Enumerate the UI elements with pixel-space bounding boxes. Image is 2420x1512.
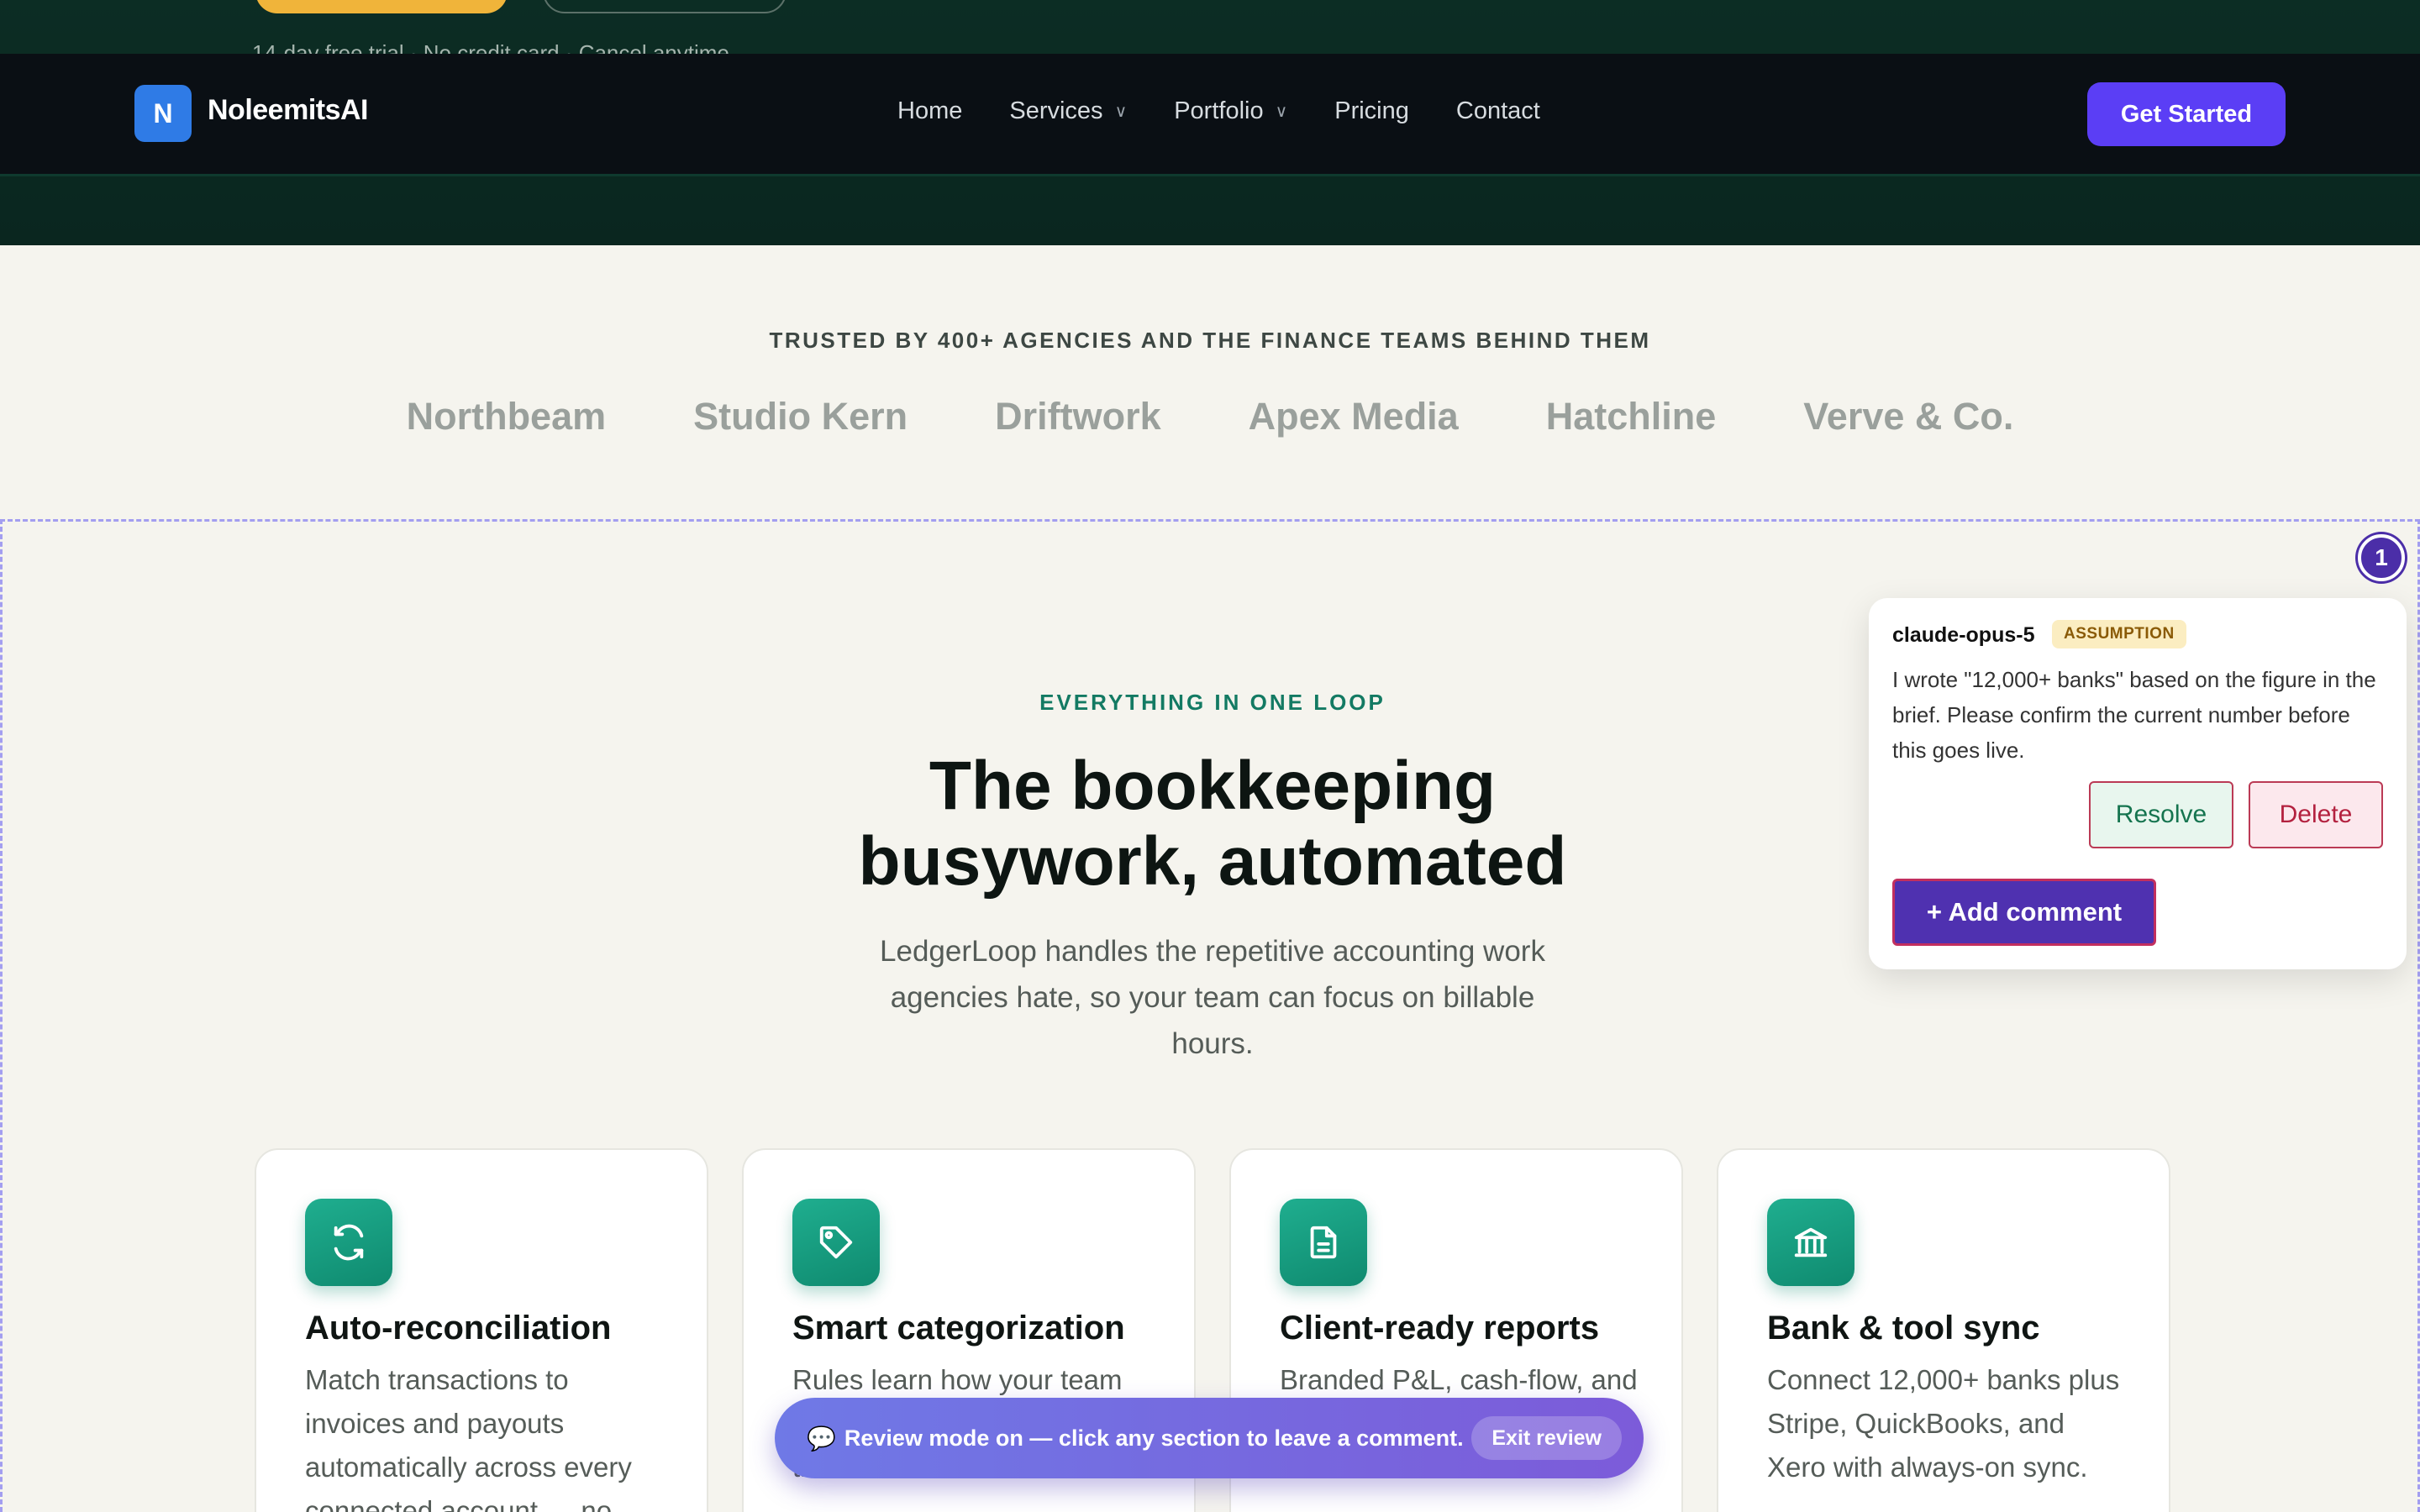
comment-pin[interactable]: 1 — [2358, 534, 2405, 581]
card-title: Client-ready reports — [1280, 1310, 1600, 1347]
card-text: Connect 12,000+ banks plus Stripe, Quick… — [1767, 1364, 2120, 1483]
review-mode-bar: 💬 Review mode on — click any section to … — [775, 1398, 1644, 1478]
client-logo: Northbeam — [406, 395, 607, 438]
bank-icon — [1767, 1199, 1854, 1286]
trusted-title: TRUSTED BY 400+ AGENCIES AND THE FINANCE… — [769, 328, 1651, 353]
card-title: Bank & tool sync — [1767, 1310, 2040, 1347]
get-started-button[interactable]: Get Started — [2087, 82, 2286, 146]
nav-link-services[interactable]: Services ∨ — [1009, 97, 1127, 125]
nav-link-pricing[interactable]: Pricing — [1334, 97, 1409, 125]
feature-card-reconciliation: Auto-reconciliation Match transactions t… — [255, 1148, 708, 1512]
brand-name[interactable]: NoleemitsAI — [208, 94, 369, 127]
trusted-by-section: TRUSTED BY 400+ AGENCIES AND THE FINANCE… — [0, 245, 2420, 519]
hero-primary-button[interactable] — [255, 0, 508, 13]
comment-tag-badge: ASSUMPTION — [2052, 620, 2186, 648]
comment-popover: claude-opus-5 ASSUMPTION I wrote "12,000… — [1869, 598, 2407, 969]
nav-link-portfolio[interactable]: Portfolio ∨ — [1174, 97, 1287, 125]
card-title: Smart categorization — [792, 1310, 1125, 1347]
resolve-button[interactable]: Resolve — [2089, 781, 2233, 848]
client-logo: Verve & Co. — [1803, 395, 2014, 438]
client-logo: Apex Media — [1248, 395, 1459, 438]
comment-author: claude-opus-5 — [1892, 623, 2035, 647]
client-logos: Northbeam Studio Kern Driftwork Apex Med… — [0, 395, 2420, 438]
feature-card-bank-sync: Bank & tool sync Connect 12,000+ banks p… — [1717, 1148, 2170, 1512]
chevron-down-icon: ∨ — [1114, 102, 1128, 121]
review-mode-text: Review mode on — click any section to le… — [844, 1425, 1464, 1451]
document-icon — [1280, 1199, 1367, 1286]
nav-link-contact[interactable]: Contact — [1456, 97, 1540, 125]
comment-text: I wrote "12,000+ banks" based on the fig… — [1892, 667, 2376, 763]
top-nav: N NoleemitsAI Home Services ∨ Portfolio ∨ … — [0, 54, 2420, 176]
client-logo: Studio Kern — [693, 395, 908, 438]
client-logo: Hatchline — [1545, 395, 1717, 438]
refresh-icon — [305, 1199, 392, 1286]
card-text: Match transactions to invoices and payou… — [305, 1364, 632, 1512]
tag-icon — [792, 1199, 880, 1286]
hero-note: 14-day free trial · No credit card · Can… — [252, 42, 729, 54]
chevron-down-icon: ∨ — [1275, 102, 1288, 121]
nav-links: Home Services ∨ Portfolio ∨ Pricing Contac… — [897, 97, 1587, 125]
logo-mark[interactable]: N — [134, 85, 192, 142]
exit-review-button[interactable]: Exit review — [1471, 1416, 1622, 1460]
nav-link-home[interactable]: Home — [897, 97, 962, 125]
card-title: Auto-reconciliation — [305, 1310, 612, 1347]
hero-secondary-button[interactable] — [543, 0, 786, 13]
add-comment-button[interactable]: + Add comment — [1892, 879, 2156, 946]
section-subhead: LedgerLoop handles the repetitive accoun… — [880, 935, 1545, 1060]
client-logo: Driftwork — [995, 395, 1161, 438]
speech-bubble-icon: 💬 — [807, 1425, 836, 1452]
delete-button[interactable]: Delete — [2249, 781, 2383, 848]
